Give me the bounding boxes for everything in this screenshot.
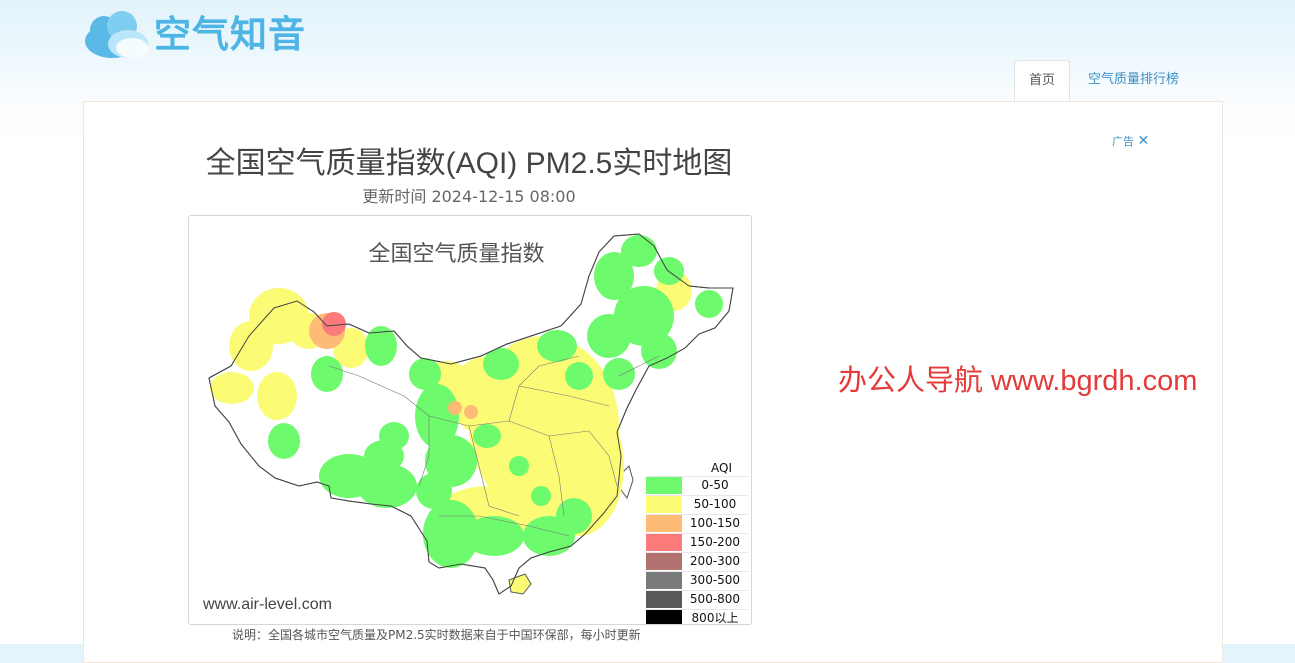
- cloud-logo-icon: [85, 11, 148, 58]
- legend-label: 200-300: [689, 554, 741, 568]
- legend-label: 300-500: [689, 573, 741, 587]
- legend-swatch: [646, 515, 682, 532]
- legend-swatch: [646, 477, 682, 494]
- legend-label: 0-50: [701, 478, 729, 492]
- legend-item: 50-100: [646, 495, 748, 514]
- map-source-site: www.air-level.com: [203, 596, 332, 613]
- legend-item: 800以上: [646, 609, 748, 625]
- update-time: 更新时间 2024-12-15 08:00: [362, 187, 576, 206]
- legend-item: 0-50: [646, 476, 748, 495]
- legend-item: 150-200: [646, 533, 748, 552]
- legend-item: 100-150: [646, 514, 748, 533]
- legend-swatch: [646, 534, 682, 551]
- legend-title: AQI: [711, 461, 732, 475]
- tab-aqi-ranking[interactable]: 空气质量排行榜: [1072, 60, 1195, 100]
- legend-swatch: [646, 591, 682, 608]
- legend-label: 500-800: [689, 592, 741, 606]
- ad-badge[interactable]: 广告 ✕: [1112, 133, 1149, 149]
- legend-label: 150-200: [689, 535, 741, 549]
- aqi-legend: AQI 0-50 50-100 100-150 150-200 200-300 …: [646, 460, 748, 625]
- content-panel: 全国空气质量指数(AQI) PM2.5实时地图 更新时间 2024-12-15 …: [83, 101, 1223, 663]
- legend-label: 50-100: [693, 497, 737, 511]
- legend-swatch: [646, 572, 682, 589]
- legend-label: 100-150: [689, 516, 741, 530]
- site-logo[interactable]: 空气知音: [82, 8, 306, 62]
- close-icon[interactable]: ✕: [1138, 133, 1150, 149]
- ad-label: 广告: [1112, 135, 1134, 148]
- watermark-text: 办公人导航 www.bgrdh.com: [838, 365, 1198, 397]
- legend-item: 500-800: [646, 590, 748, 609]
- logo-text: 空气知音: [154, 13, 306, 56]
- legend-swatch: [646, 610, 682, 624]
- page-title: 全国空气质量指数(AQI) PM2.5实时地图: [205, 147, 733, 180]
- aqi-map[interactable]: 全国空气质量指数 AQI 0-50 50-100 100-150 150-200…: [188, 215, 752, 625]
- legend-item: 300-500: [646, 571, 748, 590]
- map-title: 全国空气质量指数: [368, 242, 545, 267]
- main-nav: 首页 空气质量排行榜: [1014, 60, 1195, 102]
- tab-home[interactable]: 首页: [1014, 60, 1071, 102]
- legend-swatch: [646, 496, 682, 513]
- legend-swatch: [646, 553, 682, 570]
- legend-label: 800以上: [691, 611, 739, 625]
- legend-item: 200-300: [646, 552, 748, 571]
- data-source-note: 说明：全国各城市空气质量及PM2.5实时数据来自于中国环保部，每小时更新: [232, 628, 641, 642]
